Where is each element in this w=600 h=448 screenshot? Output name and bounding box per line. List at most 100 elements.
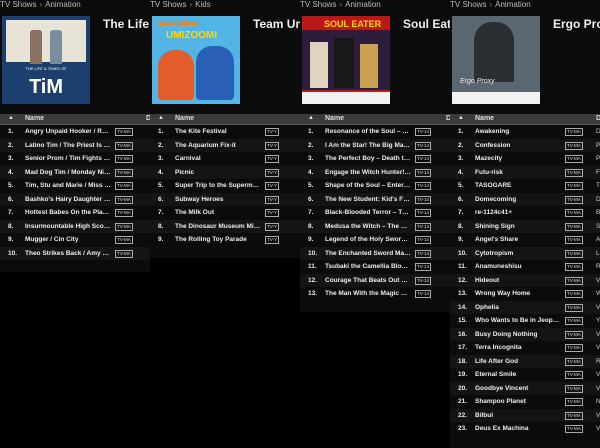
breadcrumb-item[interactable]: TV Shows: [0, 0, 36, 9]
episode-row[interactable]: 8. Insurmountable High Score /... TV-MA: [0, 219, 150, 233]
episode-row[interactable]: 2. Latino Tim / The Priest Is Drunk TV-MA: [0, 138, 150, 152]
breadcrumb-item[interactable]: Kids: [195, 0, 211, 9]
artwork-logo: SOUL EATER: [324, 19, 382, 29]
episode-number: 1.: [158, 128, 164, 135]
episode-row[interactable]: 22. Bilbul TV-MA V: [450, 408, 600, 422]
breadcrumb-item[interactable]: Animation: [495, 0, 531, 9]
episode-row[interactable]: 10. The Enchanted Sword Massa... TV-14: [300, 246, 450, 260]
episode-name: Life After God: [475, 357, 519, 365]
episode-number: 2.: [458, 141, 464, 149]
episode-row[interactable]: 3. Mazecity TV-MA P: [450, 152, 600, 166]
episode-row[interactable]: 12. Hideout TV-MA V: [450, 273, 600, 287]
episode-number: 9.: [458, 236, 464, 243]
episode-row[interactable]: 9. Angel's Share TV-MA A: [450, 233, 600, 247]
episode-name: Carnival: [175, 155, 201, 162]
episode-row[interactable]: 7. re-1124c41+ TV-MA B: [450, 206, 600, 220]
breadcrumb-item[interactable]: TV Shows: [300, 0, 336, 9]
episode-number: 8.: [308, 222, 314, 230]
episode-row[interactable]: 3. The Perfect Boy – Death the K... TV-14: [300, 152, 450, 166]
breadcrumb-item[interactable]: TV Shows: [450, 0, 486, 9]
column-header-name[interactable]: Name: [175, 115, 194, 122]
show-artwork[interactable]: Ergo Proxy: [452, 16, 540, 104]
sort-ascending-icon[interactable]: ▲: [308, 115, 314, 121]
show-artwork[interactable]: SOUL EATER: [302, 16, 390, 104]
episode-row[interactable]: 6. Bashko's Hairy Daughter / Ti... TV-MA: [0, 192, 150, 206]
episode-row[interactable]: 11. Anamuneshisu TV-MA R: [450, 260, 600, 274]
episode-row[interactable]: 9. Mugger / Cin City TV-MA: [0, 233, 150, 247]
episode-row[interactable]: 1. The Kite Festival TV-Y: [150, 125, 300, 139]
episode-row[interactable]: 23. Deus Ex Machina TV-MA V: [450, 422, 600, 436]
episode-row[interactable]: 12. Courage That Beats Out Fear ... TV-14: [300, 273, 450, 287]
episode-row[interactable]: 9. Legend of the Holy Sword – K... TV-14: [300, 233, 450, 247]
episode-name: Futu-risk: [475, 168, 503, 176]
breadcrumb-item[interactable]: TV Shows: [150, 0, 186, 9]
episode-row[interactable]: 6. The New Student: Kid's First ... TV-14: [300, 192, 450, 206]
episode-row[interactable]: 7. The Milk Out TV-Y: [150, 206, 300, 220]
episode-row[interactable]: 3. Carnival TV-Y: [150, 152, 300, 166]
episode-row[interactable]: 4. Picnic TV-Y: [150, 165, 300, 179]
rating-badge: TV-14: [415, 195, 432, 204]
episode-row[interactable]: 10. Theo Strikes Back / Amy Gets... TV-MA: [0, 246, 150, 260]
episode-row[interactable]: 14. Ophelia TV-MA V: [450, 300, 600, 314]
episode-row[interactable]: 21. Shampoo Planet TV-MA N: [450, 395, 600, 409]
episode-row[interactable]: 19. Eternal Smile TV-MA V: [450, 368, 600, 382]
episode-number: 11.: [308, 263, 317, 270]
sort-ascending-icon[interactable]: ▲: [8, 115, 14, 121]
episode-row[interactable]: 5. Super Trip to the Supermarket TV-Y: [150, 179, 300, 193]
episode-row[interactable]: 7. Hottest Babes On the Planet /... TV-MA: [0, 206, 150, 220]
column-header-description[interactable]: D: [596, 115, 600, 122]
episode-name: The Enchanted Sword Massa...: [325, 249, 411, 257]
column-header-name[interactable]: Name: [325, 115, 344, 122]
artwork-figure: [50, 30, 62, 64]
artwork-character: [334, 38, 354, 88]
episode-row[interactable]: 8. Medusa the Witch – The One ... TV-14: [300, 219, 450, 233]
episode-row[interactable]: 13. Wrong Way Home TV-MA W: [450, 287, 600, 301]
sort-ascending-icon[interactable]: ▲: [158, 115, 164, 121]
episode-name: Super Trip to the Supermarket: [175, 182, 261, 189]
sort-ascending-icon[interactable]: ▲: [458, 115, 464, 121]
episode-description: D: [596, 195, 600, 203]
episode-row[interactable]: 1. Resonance of the Soul – Will ... TV-14: [300, 125, 450, 139]
episode-row[interactable]: 8. Shining Sign TV-MA S: [450, 219, 600, 233]
rating-badge: TV-MA: [115, 222, 133, 231]
breadcrumb: TV Shows › Animation: [0, 0, 81, 10]
breadcrumb-item[interactable]: Animation: [45, 0, 81, 9]
show-title: Ergo Pro: [553, 17, 600, 31]
episode-row[interactable]: 10. Cytotropism TV-MA L: [450, 246, 600, 260]
episode-row[interactable]: 2. Confession TV-MA P: [450, 138, 600, 152]
show-artwork[interactable]: nickelodeon UMIZOOMI: [152, 16, 240, 104]
episode-row[interactable]: 4. Mad Dog Tim / Monday Night... TV-MA: [0, 165, 150, 179]
episode-name: Courage That Beats Out Fear ...: [325, 276, 411, 284]
show-panel: TV Shows › Animation Ergo Proxy Ergo Pro ▲ Nam…: [450, 0, 600, 448]
column-header-name[interactable]: Name: [25, 115, 44, 122]
episode-row[interactable]: 2. I Am the Star! The Big Man Is... TV-14: [300, 138, 450, 152]
breadcrumb-item[interactable]: Animation: [345, 0, 381, 9]
episode-number: 13.: [308, 290, 318, 297]
episode-row[interactable]: 4. Engage the Witch Hunter! A R... TV-14: [300, 165, 450, 179]
episode-row[interactable]: 13. The Man With the Magic Eye ... TV-14: [300, 287, 450, 301]
episode-row[interactable]: 15. Who Wants to Be in Jeopardy! TV-MA Y: [450, 314, 600, 328]
episode-row[interactable]: 16. Busy Doing Nothing TV-MA V: [450, 327, 600, 341]
episode-row[interactable]: 5. Tim, Stu and Marie / Miss Feb... TV-MA: [0, 179, 150, 193]
episode-row[interactable]: 20. Goodbye Vincent TV-MA V: [450, 381, 600, 395]
episode-row[interactable]: 1. Awakening TV-MA D: [450, 125, 600, 139]
episode-row[interactable]: 5. TASOGARE TV-MA T: [450, 179, 600, 193]
episode-row[interactable]: 4. Futu-risk TV-MA F: [450, 165, 600, 179]
episode-row[interactable]: 5. Shape of the Soul – Enter the ... TV-14: [300, 179, 450, 193]
rating-badge: TV-MA: [565, 128, 583, 136]
episode-row[interactable]: 7. Black-Blooded Terror – There'... TV-14: [300, 206, 450, 220]
show-artwork[interactable]: THE LIFE & TIMES OF TiM: [2, 16, 90, 104]
episode-row[interactable]: 2. The Aquarium Fix-it TV-Y: [150, 138, 300, 152]
episode-row[interactable]: 17. Terra Incognita TV-MA V: [450, 341, 600, 355]
episode-row[interactable]: 6. Subway Heroes TV-Y: [150, 192, 300, 206]
episode-row[interactable]: 11. Tsubaki the Camellia Blosso... TV-14: [300, 260, 450, 274]
episode-name: The Kite Festival: [175, 128, 227, 135]
rating-badge: TV-MA: [115, 195, 133, 204]
episode-row[interactable]: 9. The Rolling Toy Parade TV-Y: [150, 233, 300, 247]
episode-row[interactable]: 18. Life After God TV-MA R: [450, 354, 600, 368]
episode-row[interactable]: 6. Domecoming TV-MA D: [450, 192, 600, 206]
column-header-name[interactable]: Name: [475, 115, 494, 122]
episode-row[interactable]: 3. Senior Prom / Tim Fights an ... TV-MA: [0, 152, 150, 166]
episode-row[interactable]: 1. Angry Unpaid Hooker / Rodn... TV-MA: [0, 125, 150, 139]
episode-row[interactable]: 8. The Dinosaur Museum Mishap TV-Y: [150, 219, 300, 233]
